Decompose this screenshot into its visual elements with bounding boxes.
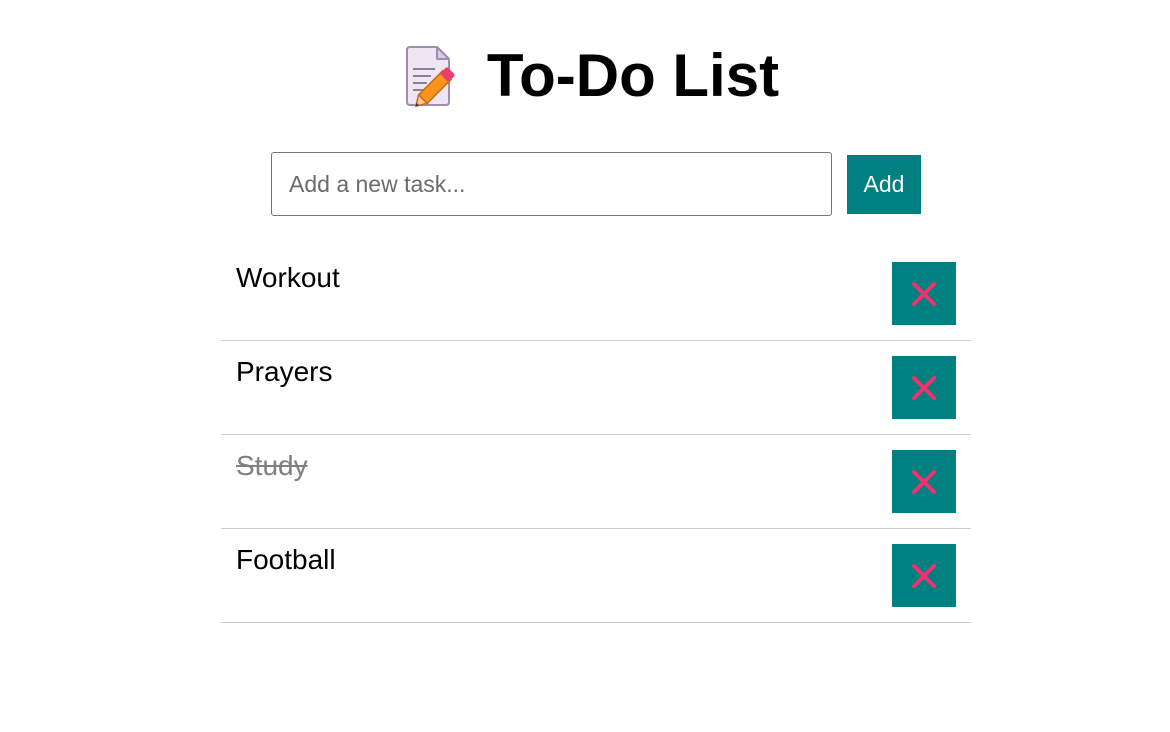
cross-mark-icon bbox=[912, 375, 936, 400]
task-label[interactable]: Football bbox=[236, 543, 336, 577]
delete-button[interactable] bbox=[892, 450, 956, 513]
list-item[interactable]: Workout bbox=[221, 247, 971, 341]
add-task-form: Add bbox=[271, 152, 931, 218]
new-task-input[interactable] bbox=[271, 152, 832, 216]
list-item[interactable]: Prayers bbox=[221, 341, 971, 435]
list-item[interactable]: Football bbox=[221, 529, 971, 623]
delete-button[interactable] bbox=[892, 544, 956, 607]
todo-app: To-Do List Add Workout Prayers bbox=[0, 0, 1170, 732]
task-label[interactable]: Workout bbox=[236, 261, 340, 295]
cross-mark-icon bbox=[912, 469, 936, 494]
add-button[interactable]: Add bbox=[847, 155, 921, 214]
cross-mark-icon bbox=[912, 563, 936, 588]
header: To-Do List bbox=[0, 40, 1170, 112]
task-list: Workout Prayers Study Football bbox=[221, 247, 971, 623]
page-title: To-Do List bbox=[486, 42, 780, 109]
memo-pencil-icon bbox=[403, 45, 463, 108]
list-item[interactable]: Study bbox=[221, 435, 971, 529]
cross-mark-icon bbox=[912, 281, 936, 306]
task-label-completed[interactable]: Study bbox=[236, 449, 308, 483]
delete-button[interactable] bbox=[892, 262, 956, 325]
delete-button[interactable] bbox=[892, 356, 956, 419]
task-label[interactable]: Prayers bbox=[236, 355, 332, 389]
